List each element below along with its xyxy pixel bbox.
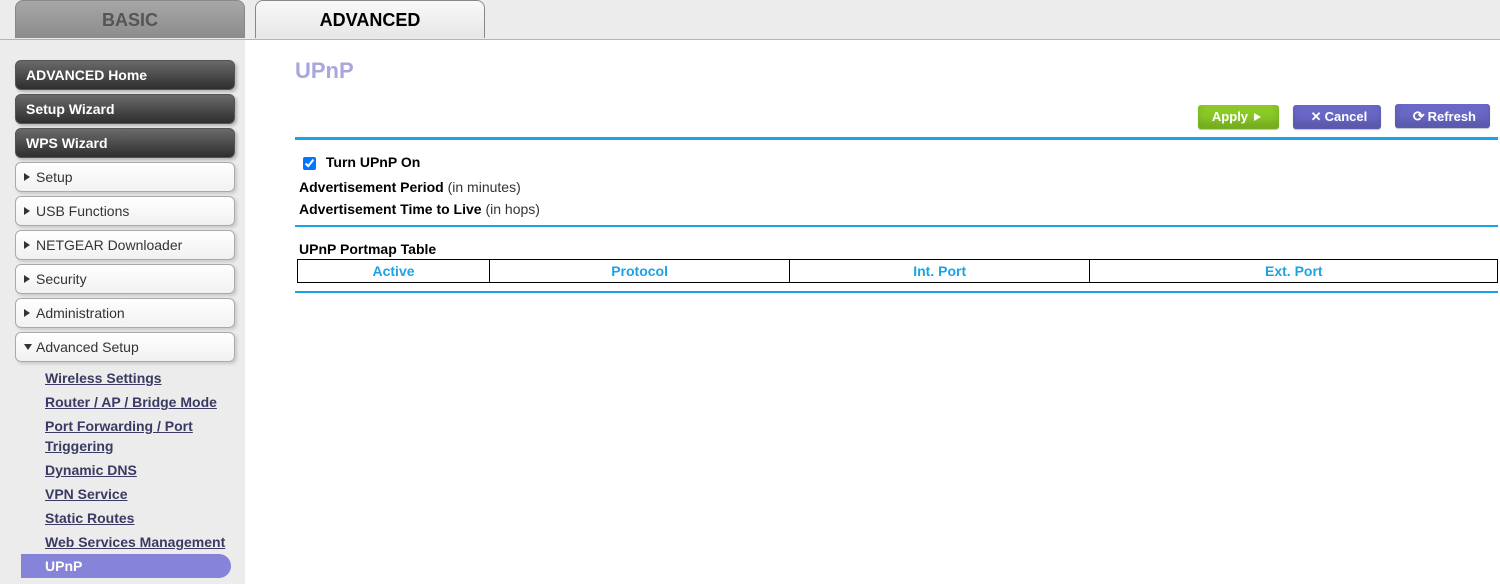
tab-advanced[interactable]: ADVANCED bbox=[255, 0, 485, 38]
play-icon bbox=[1254, 113, 1261, 121]
upnp-on-label: Turn UPnP On bbox=[326, 154, 420, 170]
th-active: Active bbox=[298, 259, 490, 282]
subitem-port-forwarding[interactable]: Port Forwarding / Port Triggering bbox=[21, 414, 211, 458]
subitem-web-services[interactable]: Web Services Management bbox=[21, 530, 245, 554]
sidebar-node-advanced-setup[interactable]: Advanced Setup bbox=[15, 332, 235, 362]
th-extport: Ext. Port bbox=[1090, 259, 1498, 282]
th-protocol: Protocol bbox=[490, 259, 790, 282]
action-row: Apply ✕ Cancel ⟳ Refresh bbox=[295, 104, 1500, 137]
refresh-button[interactable]: ⟳ Refresh bbox=[1395, 104, 1490, 128]
cancel-button[interactable]: ✕ Cancel bbox=[1293, 105, 1382, 129]
subitem-static-routes[interactable]: Static Routes bbox=[21, 506, 245, 530]
divider bbox=[295, 225, 1498, 227]
adv-ttl-hint: (in hops) bbox=[485, 201, 539, 217]
upnp-on-checkbox[interactable] bbox=[303, 157, 316, 170]
sidebar-advanced-home[interactable]: ADVANCED Home bbox=[15, 60, 235, 90]
subitem-ddns[interactable]: Dynamic DNS bbox=[21, 458, 245, 482]
portmap-table: Active Protocol Int. Port Ext. Port bbox=[297, 259, 1498, 283]
refresh-label: Refresh bbox=[1428, 109, 1476, 124]
divider bbox=[295, 291, 1498, 293]
cancel-label: Cancel bbox=[1325, 109, 1368, 124]
apply-button[interactable]: Apply bbox=[1198, 105, 1279, 129]
sidebar-setup-wizard[interactable]: Setup Wizard bbox=[15, 94, 235, 124]
sidebar-wps-wizard[interactable]: WPS Wizard bbox=[15, 128, 235, 158]
sidebar: ADVANCED Home Setup Wizard WPS Wizard Se… bbox=[0, 40, 245, 584]
adv-period-row: Advertisement Period (in minutes) bbox=[299, 179, 1500, 195]
th-intport: Int. Port bbox=[790, 259, 1090, 282]
adv-period-hint: (in minutes) bbox=[448, 179, 521, 195]
refresh-icon: ⟳ bbox=[1413, 109, 1425, 123]
subitem-router-mode[interactable]: Router / AP / Bridge Mode bbox=[21, 390, 245, 414]
sidebar-node-setup[interactable]: Setup bbox=[15, 162, 235, 192]
portmap-title: UPnP Portmap Table bbox=[299, 241, 1500, 257]
subitem-vpn[interactable]: VPN Service bbox=[21, 482, 245, 506]
tab-basic[interactable]: BASIC bbox=[15, 0, 245, 38]
adv-ttl-row: Advertisement Time to Live (in hops) bbox=[299, 201, 1500, 217]
adv-period-label: Advertisement Period bbox=[299, 179, 444, 195]
sidebar-node-admin[interactable]: Administration bbox=[15, 298, 235, 328]
adv-ttl-label: Advertisement Time to Live bbox=[299, 201, 482, 217]
subitem-upnp[interactable]: UPnP bbox=[21, 554, 231, 578]
advanced-setup-submenu: Wireless Settings Router / AP / Bridge M… bbox=[21, 366, 245, 578]
top-tabs: BASIC ADVANCED bbox=[0, 0, 1500, 40]
sidebar-node-security[interactable]: Security bbox=[15, 264, 235, 294]
apply-label: Apply bbox=[1212, 109, 1248, 124]
sidebar-node-usb[interactable]: USB Functions bbox=[15, 196, 235, 226]
subitem-wireless-settings[interactable]: Wireless Settings bbox=[21, 366, 245, 390]
close-icon: ✕ bbox=[1311, 110, 1322, 123]
content: UPnP Apply ✕ Cancel ⟳ Refresh Turn UPnP … bbox=[245, 40, 1500, 307]
table-header-row: Active Protocol Int. Port Ext. Port bbox=[298, 259, 1498, 282]
page-title: UPnP bbox=[295, 58, 1500, 84]
upnp-on-row: Turn UPnP On bbox=[299, 154, 1500, 173]
divider bbox=[295, 137, 1498, 140]
sidebar-node-downloader[interactable]: NETGEAR Downloader bbox=[15, 230, 235, 260]
